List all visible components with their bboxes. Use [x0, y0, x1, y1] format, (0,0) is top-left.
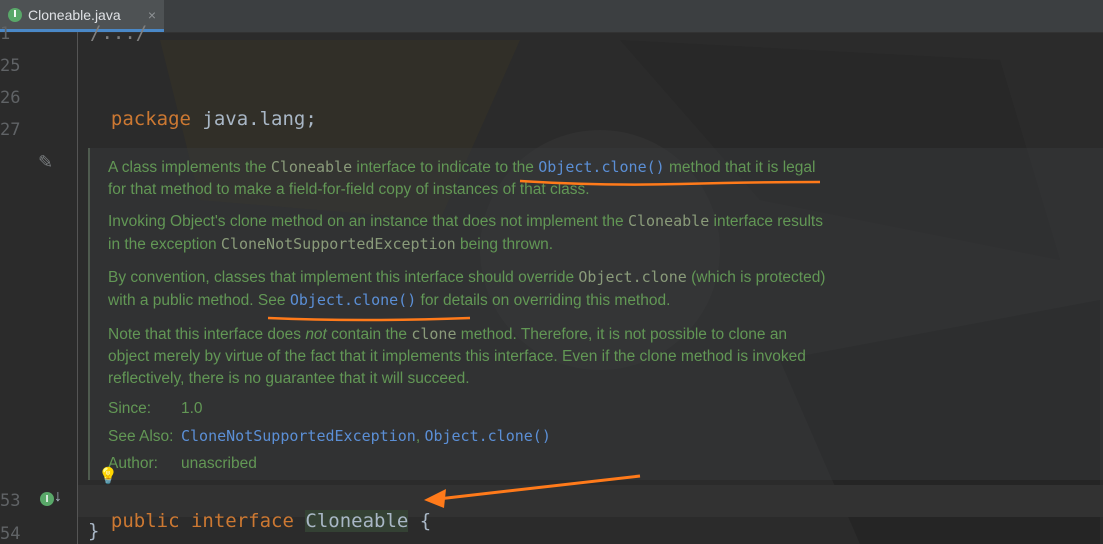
doc-paragraph-3: By convention, classes that implement th…	[108, 268, 826, 309]
object-clone-link[interactable]: Object.clone()	[538, 158, 664, 176]
down-arrow-icon[interactable]: ↓	[54, 488, 62, 506]
package-keyword: package	[110, 108, 191, 130]
line-number: 26	[0, 88, 21, 108]
line-number: 1	[0, 24, 11, 44]
public-keyword: public	[110, 510, 180, 532]
tab-label: Cloneable.java	[28, 6, 121, 23]
package-declaration: package java.lang;	[88, 86, 317, 130]
line-number: 53	[0, 491, 21, 511]
implemented-interface-icon[interactable]: I	[40, 492, 54, 506]
doc-paragraph-2: Invoking Object's clone method on an ins…	[108, 212, 823, 253]
folded-comment[interactable]: /.../	[90, 22, 147, 44]
open-brace: {	[419, 510, 432, 532]
close-icon[interactable]: ×	[148, 7, 156, 23]
line-number: 27	[0, 120, 21, 140]
line-number: 25	[0, 56, 21, 76]
lightbulb-icon[interactable]: 💡	[98, 466, 118, 486]
interface-icon: I	[8, 7, 22, 22]
clonenotsupported-link[interactable]: CloneNotSupportedException	[181, 427, 416, 445]
gutter-divider	[77, 32, 78, 544]
object-clone-link[interactable]: Object.clone()	[424, 427, 550, 445]
object-clone-link[interactable]: Object.clone()	[290, 291, 416, 309]
interface-keyword: interface	[190, 510, 294, 532]
line-number: 54	[0, 524, 21, 544]
package-name: java.lang;	[202, 108, 317, 130]
doc-paragraph-1: A class implements the Cloneable interfa…	[108, 158, 816, 198]
editor-tab-bar: I Cloneable.java ×	[0, 0, 1103, 33]
edit-pencil-icon[interactable]: ✎	[38, 152, 53, 173]
doc-author: Author: unascribed	[108, 455, 257, 472]
class-name[interactable]: Cloneable	[305, 510, 409, 532]
close-brace: }	[88, 520, 100, 542]
doc-paragraph-4: Note that this interface does not contai…	[108, 325, 806, 387]
rendered-javadoc: A class implements the Cloneable interfa…	[88, 148, 1103, 480]
interface-declaration: public interface Cloneable {	[88, 488, 431, 532]
doc-see-also: See Also: CloneNotSupportedException, Obj…	[108, 427, 551, 445]
doc-since: Since: 1.0	[108, 400, 203, 417]
